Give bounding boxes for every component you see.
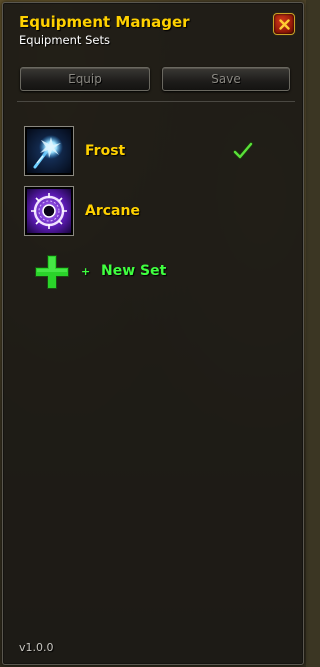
new-set-button[interactable]: + New Set [25,247,285,297]
new-set-prefix: + [81,265,91,278]
window-title: Equipment Manager [19,13,190,31]
frost-spell-icon [25,127,73,175]
set-item-arcane[interactable]: Arcane [25,187,285,237]
new-set-label: New Set [101,263,167,279]
equip-button[interactable]: Equip [20,67,150,91]
close-button[interactable] [273,13,295,35]
arcane-spell-icon [25,187,73,235]
equipment-manager-window: Equipment Manager Equipment Sets Equip S… [2,2,304,665]
set-name: Arcane [85,203,140,219]
checkmark-icon [233,142,253,159]
toolbar-divider [17,101,295,102]
set-name: Frost [85,143,126,159]
plus-icon [35,255,69,289]
window-subtitle: Equipment Sets [19,33,110,47]
version-label: v1.0.0 [19,641,54,654]
save-button[interactable]: Save [162,67,290,91]
set-item-frost[interactable]: Frost [25,127,285,177]
close-icon [279,19,290,30]
